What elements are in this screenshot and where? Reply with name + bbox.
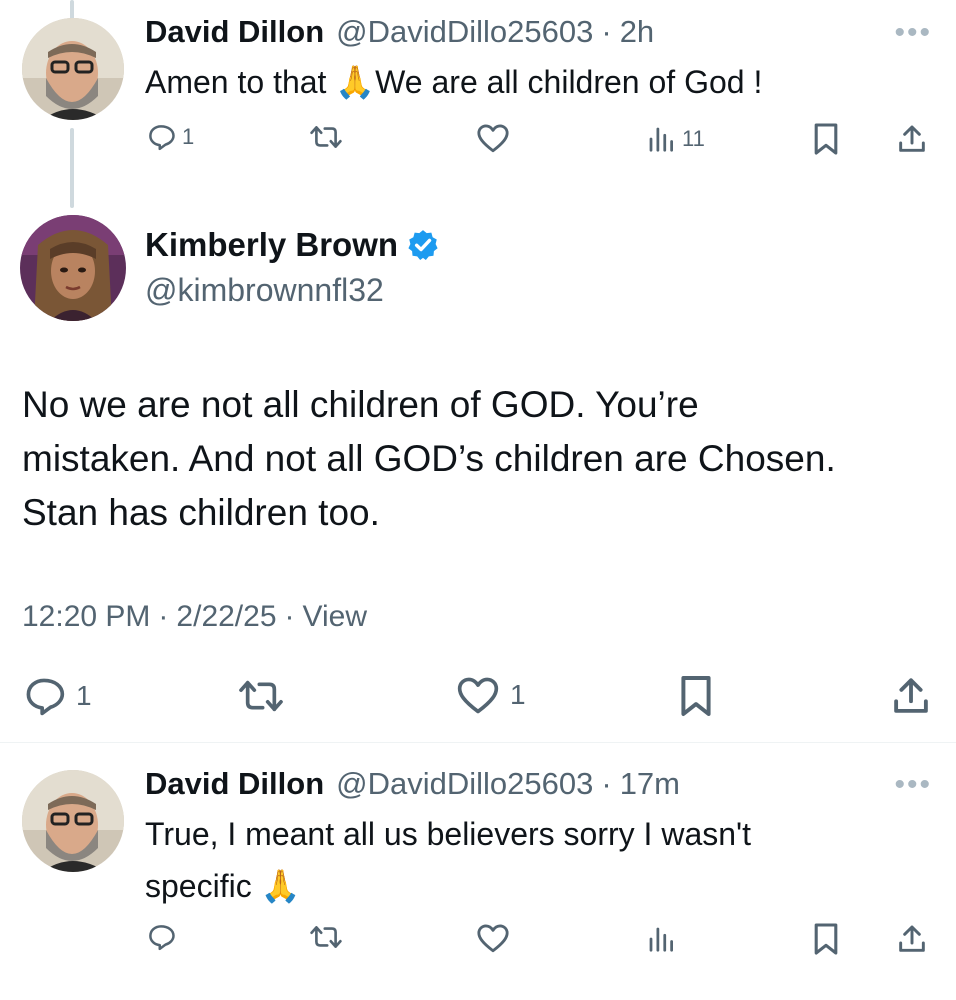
more-icon[interactable]: •••: [894, 18, 932, 48]
main-author-row: Kimberly Brown: [145, 226, 440, 264]
reply-button[interactable]: [146, 922, 176, 952]
like-button[interactable]: [476, 922, 510, 954]
post-time[interactable]: 12:20 PM: [22, 600, 150, 633]
share-icon: [899, 925, 925, 952]
tweet-text-line: mistaken. And not all GOD’s children are…: [22, 438, 836, 479]
tweet-meta: 12:20 PM · 2/22/25 · View: [22, 600, 367, 634]
reply-button[interactable]: 1: [22, 674, 92, 718]
like-button[interactable]: 1: [456, 674, 526, 716]
view-link[interactable]: View: [303, 600, 367, 633]
more-icon[interactable]: •••: [894, 770, 932, 800]
tweet-text-line: Stan has children too.: [22, 492, 380, 533]
bookmark-icon: [681, 676, 711, 716]
avatar[interactable]: [22, 18, 124, 120]
like-button[interactable]: [476, 122, 510, 154]
tweet-text: True, I meant all us believers sorry I w…: [145, 808, 751, 912]
reply-1-header: David Dillon @DavidDillo25603 · 2h: [145, 14, 654, 50]
tweet-text-line: True, I meant all us believers sorry I w…: [145, 816, 752, 852]
views-button[interactable]: [646, 924, 676, 954]
reply-count: 1: [182, 124, 195, 149]
separator-dot: ·: [601, 766, 612, 801]
like-icon: [477, 124, 509, 153]
repost-icon: [239, 680, 283, 712]
bookmark-button[interactable]: [812, 922, 840, 956]
avatar[interactable]: [20, 215, 126, 321]
repost-button[interactable]: [308, 922, 344, 952]
like-icon: [457, 677, 499, 714]
share-button[interactable]: [896, 922, 928, 956]
tweet-text: No we are not all children of GOD. You’r…: [22, 378, 942, 540]
share-icon: [894, 678, 928, 713]
repost-icon: [310, 126, 342, 148]
share-icon: [899, 125, 925, 152]
separator-dot: ·: [284, 600, 295, 633]
bookmark-button[interactable]: [812, 122, 840, 156]
author-handle[interactable]: @DavidDillo25603: [336, 766, 593, 802]
reply-button[interactable]: 1: [146, 122, 194, 152]
verified-badge-icon: [408, 230, 438, 261]
post-date[interactable]: 2/22/25: [176, 600, 276, 633]
reply-count: 1: [76, 680, 92, 711]
separator-dot: ·: [601, 14, 612, 49]
like-count: 1: [510, 679, 526, 710]
repost-button[interactable]: [236, 676, 286, 716]
reply-icon: [149, 125, 175, 151]
bookmark-icon: [814, 123, 838, 155]
reply-icon: [26, 678, 65, 716]
bookmark-icon: [814, 923, 838, 955]
thread-line: [70, 128, 74, 208]
view-count: 11: [682, 126, 705, 151]
views-button[interactable]: 11: [646, 124, 705, 154]
like-icon: [477, 924, 509, 953]
separator-dot: ·: [158, 600, 169, 633]
avatar[interactable]: [22, 770, 124, 872]
author-name[interactable]: David Dillon: [145, 14, 324, 50]
post-time[interactable]: 17m: [620, 766, 680, 802]
repost-button[interactable]: [308, 122, 344, 152]
bookmark-button[interactable]: [678, 674, 714, 718]
author-name[interactable]: Kimberly Brown: [145, 226, 398, 264]
repost-icon: [310, 926, 342, 948]
divider: [0, 742, 956, 743]
post-time[interactable]: 2h: [620, 14, 654, 50]
views-icon: [649, 927, 673, 952]
reply-2-header: David Dillon @DavidDillo25603 · 17m: [145, 766, 680, 802]
share-button[interactable]: [896, 122, 928, 156]
author-name[interactable]: David Dillon: [145, 766, 324, 802]
views-icon: [649, 127, 673, 152]
reply-icon: [149, 925, 175, 951]
author-handle[interactable]: @DavidDillo25603: [336, 14, 593, 50]
tweet-text-line: No we are not all children of GOD. You’r…: [22, 384, 699, 425]
thread-line: [70, 0, 74, 20]
tweet-text-line: specific 🙏: [145, 868, 301, 904]
author-handle[interactable]: @kimbrownnfl32: [145, 272, 384, 309]
share-button[interactable]: [890, 674, 932, 718]
tweet-text: Amen to that 🙏We are all children of God…: [145, 64, 763, 100]
